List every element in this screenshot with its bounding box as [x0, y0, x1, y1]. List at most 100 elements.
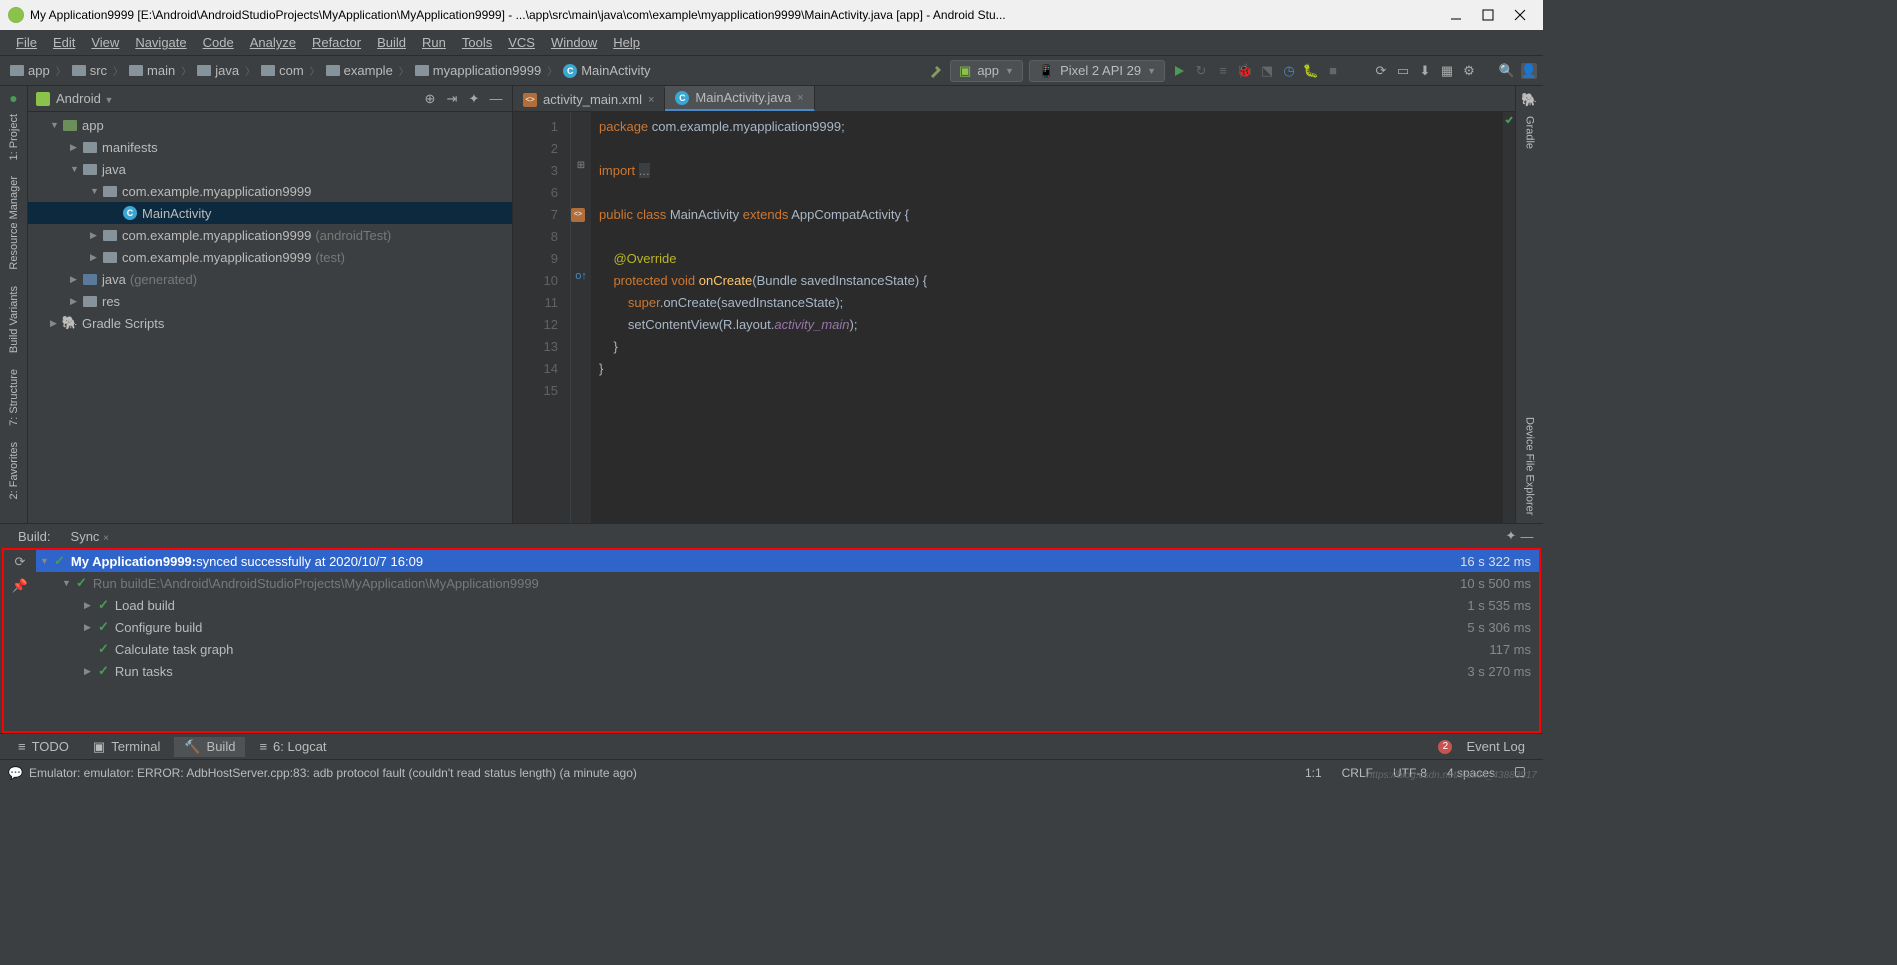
build-row[interactable]: ▼✓My Application9999: synced successfull… — [36, 550, 1539, 572]
restart-icon[interactable]: ⟳ — [12, 554, 28, 570]
menu-analyze[interactable]: Analyze — [242, 33, 304, 52]
build-row[interactable]: ▼✓Run build E:\Android\AndroidStudioProj… — [36, 572, 1539, 594]
statusbar: 💬 Emulator: emulator: ERROR: AdbHostServ… — [0, 759, 1543, 785]
editor-body[interactable]: 1236789101112131415 ⊞ <> o↑ package com.… — [513, 112, 1515, 523]
tree-row[interactable]: ▼app — [28, 114, 512, 136]
tab-structure[interactable]: 7: Structure — [4, 361, 24, 434]
project-view-label[interactable]: Android ▼ — [56, 91, 416, 106]
tab-device-file-explorer[interactable]: Device File Explorer — [1520, 409, 1540, 523]
project-tree[interactable]: ▼app▶manifests▼java▼com.example.myapplic… — [28, 112, 512, 523]
tree-row[interactable]: ▼com.example.myapplication9999 — [28, 180, 512, 202]
tab-logcat[interactable]: ≡6: Logcat — [249, 737, 336, 756]
attach-debugger-icon[interactable]: 🐛 — [1303, 63, 1319, 79]
project-structure-icon[interactable]: ⚙ — [1461, 63, 1477, 79]
line-number-gutter[interactable]: 1236789101112131415 — [513, 112, 571, 523]
build-row[interactable]: ✓Calculate task graph117 ms — [36, 638, 1539, 660]
caret-position[interactable]: 1:1 — [1295, 766, 1332, 780]
menu-file[interactable]: File — [8, 33, 45, 52]
tree-row[interactable]: ▼java — [28, 158, 512, 180]
tab-resource-manager[interactable]: Resource Manager — [4, 168, 24, 278]
resource-manager-icon[interactable]: ▦ — [1439, 63, 1455, 79]
run-icon[interactable] — [1171, 63, 1187, 79]
device-selector[interactable]: 📱Pixel 2 API 29▼ — [1029, 60, 1165, 82]
tab-build[interactable]: 🔨Build — [174, 737, 245, 757]
hide-panel-icon[interactable]: — — [1519, 528, 1535, 544]
status-message[interactable]: Emulator: emulator: ERROR: AdbHostServer… — [29, 766, 1295, 780]
crumb-com[interactable]: com — [257, 61, 308, 80]
menu-tools[interactable]: Tools — [454, 33, 500, 52]
apply-changes-icon[interactable]: ↻ — [1193, 63, 1209, 79]
avd-manager-icon[interactable]: ▭ — [1395, 63, 1411, 79]
build-row[interactable]: ▶✓Load build1 s 535 ms — [36, 594, 1539, 616]
tab-terminal[interactable]: ▣Terminal — [83, 737, 170, 757]
coverage-icon[interactable]: ⬔ — [1259, 63, 1275, 79]
tab-build-variants[interactable]: Build Variants — [4, 278, 24, 361]
tree-row[interactable]: ▶manifests — [28, 136, 512, 158]
crumb-src[interactable]: src — [68, 61, 111, 80]
tree-row[interactable]: ▶java(generated) — [28, 268, 512, 290]
menu-navigate[interactable]: Navigate — [127, 33, 194, 52]
debug-icon[interactable]: 🐞 — [1237, 63, 1253, 79]
gear-icon[interactable]: ✦ — [1503, 528, 1519, 544]
pin-icon[interactable]: 📌 — [12, 578, 28, 594]
profiler-icon[interactable]: ◷ — [1281, 63, 1297, 79]
stop-icon[interactable]: ■ — [1325, 63, 1341, 79]
crumb-class[interactable]: CMainActivity — [559, 61, 654, 80]
related-xml-icon[interactable]: <> — [571, 208, 585, 222]
tree-row[interactable]: CMainActivity — [28, 202, 512, 224]
menu-view[interactable]: View — [83, 33, 127, 52]
build-tab-sync[interactable]: Sync × — [61, 527, 119, 546]
crumb-pkg[interactable]: myapplication9999 — [411, 61, 545, 80]
tab-todo[interactable]: ≡TODO — [8, 737, 79, 756]
build-tree[interactable]: ▼✓My Application9999: synced successfull… — [36, 550, 1539, 731]
error-stripe[interactable] — [1503, 112, 1515, 523]
minimize-button[interactable] — [1449, 8, 1463, 22]
sync-gradle-icon[interactable]: ⟳ — [1373, 63, 1389, 79]
menu-vcs[interactable]: VCS — [500, 33, 543, 52]
left-toolwindow-bar: ● 1: Project Resource Manager Build Vari… — [0, 86, 28, 523]
build-row[interactable]: ▶✓Run tasks3 s 270 ms — [36, 660, 1539, 682]
tree-row[interactable]: ▶res — [28, 290, 512, 312]
locate-icon[interactable]: ⊕ — [422, 91, 438, 107]
tab-gradle[interactable]: Gradle — [1520, 108, 1540, 157]
crumb-java[interactable]: java — [193, 61, 243, 80]
menu-code[interactable]: Code — [195, 33, 242, 52]
maximize-button[interactable] — [1481, 8, 1495, 22]
tree-row[interactable]: ▶com.example.myapplication9999(androidTe… — [28, 224, 512, 246]
module-selector[interactable]: ▣app▼ — [950, 60, 1023, 82]
debug-list-icon[interactable]: ≡ — [1215, 63, 1231, 79]
tab-activity-main[interactable]: <>activity_main.xml× — [513, 88, 665, 111]
menu-build[interactable]: Build — [369, 33, 414, 52]
close-icon[interactable]: × — [797, 92, 803, 104]
project-panel: Android ▼ ⊕ ⇥ ✦ — ▼app▶manifests▼java▼co… — [28, 86, 513, 523]
crumb-app[interactable]: app — [6, 61, 54, 80]
sdk-manager-icon[interactable]: ⬇ — [1417, 63, 1433, 79]
folder-icon — [197, 65, 211, 76]
close-button[interactable] — [1513, 8, 1527, 22]
code-content[interactable]: package com.example.myapplication9999; i… — [591, 112, 1503, 523]
search-icon[interactable]: 🔍 — [1499, 63, 1515, 79]
tab-mainactivity[interactable]: CMainActivity.java× — [665, 86, 814, 111]
close-icon[interactable]: × — [648, 94, 654, 106]
tab-favorites[interactable]: 2: Favorites — [4, 434, 24, 507]
crumb-main[interactable]: main — [125, 61, 179, 80]
collapse-all-icon[interactable]: ⇥ — [444, 91, 460, 107]
user-icon[interactable]: 👤 — [1521, 63, 1537, 79]
status-icon[interactable]: 💬 — [8, 766, 23, 780]
tree-row[interactable]: ▶🐘Gradle Scripts — [28, 312, 512, 334]
menu-run[interactable]: Run — [414, 33, 454, 52]
hammer-icon[interactable] — [928, 63, 944, 79]
menu-edit[interactable]: Edit — [45, 33, 83, 52]
tree-row[interactable]: ▶com.example.myapplication9999(test) — [28, 246, 512, 268]
tab-project[interactable]: 1: Project — [4, 106, 24, 168]
settings-icon[interactable]: ✦ — [466, 91, 482, 107]
override-icon[interactable]: o↑ — [571, 270, 591, 292]
menu-refactor[interactable]: Refactor — [304, 33, 369, 52]
build-row[interactable]: ▶✓Configure build5 s 306 ms — [36, 616, 1539, 638]
menu-help[interactable]: Help — [605, 33, 648, 52]
crumb-example[interactable]: example — [322, 61, 397, 80]
hide-icon[interactable]: — — [488, 91, 504, 107]
tab-eventlog[interactable]: Event Log — [1456, 737, 1535, 756]
folder-icon — [261, 65, 275, 76]
menu-window[interactable]: Window — [543, 33, 605, 52]
